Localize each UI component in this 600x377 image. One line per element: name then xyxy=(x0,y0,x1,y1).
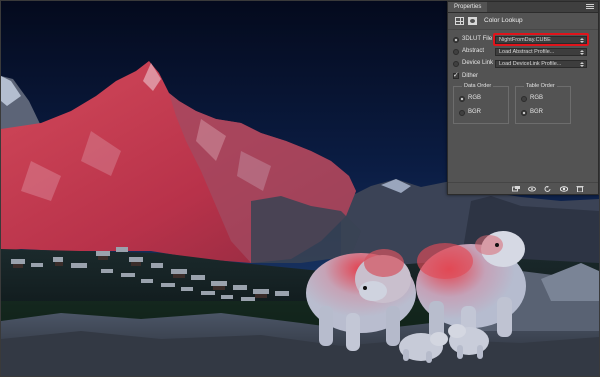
device-link-label: Device Link xyxy=(462,60,494,66)
chevron-updown-icon xyxy=(580,62,584,67)
panel-menu-icon[interactable] xyxy=(586,4,594,10)
dither-label: Dither xyxy=(462,73,479,79)
table-order-bgr-label: BGR xyxy=(530,109,544,115)
abstract-value: Load Abstract Profile... xyxy=(499,49,555,55)
panel-title: Color Lookup xyxy=(484,17,523,24)
abstract-radio[interactable] xyxy=(453,49,459,55)
tab-properties[interactable]: Properties xyxy=(448,2,488,12)
delete-icon[interactable] xyxy=(576,186,584,192)
data-order-bgr-label: BGR xyxy=(468,109,482,115)
visibility-icon[interactable] xyxy=(560,186,568,192)
device-link-radio[interactable] xyxy=(453,61,459,67)
option-abstract: Abstract Load Abstract Profile... xyxy=(448,47,598,59)
3dlut-label: 3DLUT File xyxy=(462,36,493,42)
device-link-value: Load DeviceLink Profile... xyxy=(499,61,562,67)
table-order-rgb-label: RGB xyxy=(530,95,544,101)
data-order-rgb-label: RGB xyxy=(468,95,482,101)
option-device-link: Device Link Load DeviceLink Profile... xyxy=(448,59,598,71)
table-order-bgr-radio[interactable] xyxy=(521,110,527,116)
data-order-title: Data Order xyxy=(462,83,494,89)
abstract-dropdown[interactable]: Load Abstract Profile... xyxy=(495,48,587,56)
panel-bottom-bar xyxy=(448,182,598,195)
data-order-rgb-radio[interactable] xyxy=(459,96,465,102)
adjustment-grid-icon[interactable] xyxy=(455,17,464,25)
polar-bear-right xyxy=(416,231,526,344)
dither-checkbox[interactable] xyxy=(453,71,459,79)
mask-icon[interactable] xyxy=(468,17,477,25)
panel-tab-bar: Properties xyxy=(448,2,598,13)
panel-header: Color Lookup xyxy=(448,13,598,30)
properties-panel: Properties Color Lookup 3DLUT File Night… xyxy=(447,1,599,195)
abstract-label: Abstract xyxy=(462,48,485,54)
data-order-group: Data Order RGB BGR xyxy=(453,83,509,124)
highlight-box xyxy=(493,33,589,46)
device-link-dropdown[interactable]: Load DeviceLink Profile... xyxy=(495,60,587,68)
reset-icon[interactable] xyxy=(544,186,552,192)
data-order-bgr-radio[interactable] xyxy=(459,110,465,116)
view-previous-icon[interactable] xyxy=(528,186,536,192)
table-order-rgb-radio[interactable] xyxy=(521,96,527,102)
chevron-updown-icon xyxy=(580,50,584,55)
clip-to-layer-icon[interactable] xyxy=(512,186,520,192)
3dlut-radio[interactable] xyxy=(453,37,459,43)
photoshop-canvas[interactable]: Properties Color Lookup 3DLUT File Night… xyxy=(0,0,600,377)
table-order-title: Table Order xyxy=(524,83,557,89)
table-order-group: Table Order RGB BGR xyxy=(515,83,571,124)
